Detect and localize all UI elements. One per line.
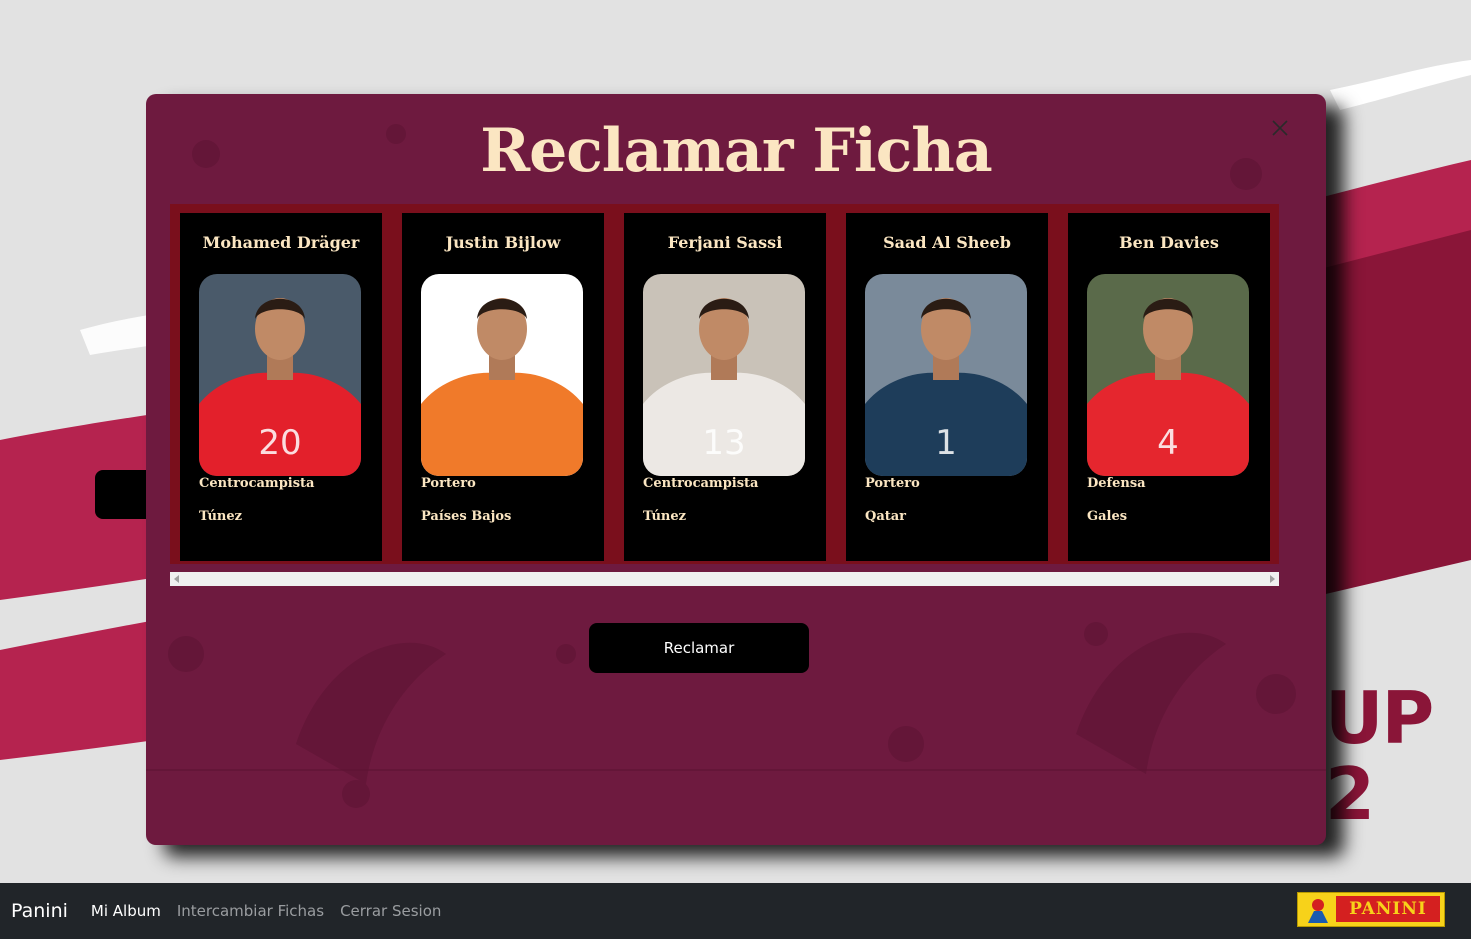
navbar: Panini Mi Album Intercambiar Fichas Cerr… xyxy=(0,883,1471,939)
svg-text:13: 13 xyxy=(702,423,745,463)
player-card[interactable]: Mohamed Dräger 20 Centrocampista Túnez xyxy=(180,213,382,561)
panini-logo: PANINI xyxy=(1297,892,1445,927)
player-card[interactable]: Justin Bijlow Portero Países Bajos xyxy=(402,213,604,561)
player-position: Defensa xyxy=(1087,476,1146,491)
nav-link-intercambiar-fichas[interactable]: Intercambiar Fichas xyxy=(177,902,324,920)
panini-knight-icon xyxy=(1308,899,1328,923)
scroll-right-icon[interactable] xyxy=(1270,575,1275,583)
claim-card-modal: Reclamar Ficha Mohamed Dräger 20 Centrocam… xyxy=(146,94,1326,845)
background-text-line1: UP xyxy=(1325,676,1434,760)
player-name: Ben Davies xyxy=(1119,233,1219,252)
player-position: Centrocampista xyxy=(199,476,315,491)
player-photo: 4 xyxy=(1087,274,1249,476)
player-position: Centrocampista xyxy=(643,476,759,491)
modal-title: Reclamar Ficha xyxy=(480,116,993,186)
background-partial-text: UP 2 xyxy=(1325,680,1445,832)
claim-button[interactable]: Reclamar xyxy=(589,623,809,673)
player-photo: 20 xyxy=(199,274,361,476)
player-photo: 13 xyxy=(643,274,805,476)
player-name: Ferjani Sassi xyxy=(667,233,783,252)
player-country: Gales xyxy=(1087,509,1128,524)
player-card[interactable]: Saad Al Sheeb 1 Portero Qatar xyxy=(846,213,1048,561)
nav-links: Mi Album Intercambiar Fichas Cerrar Sesi… xyxy=(91,902,442,920)
player-country: Países Bajos xyxy=(421,509,512,524)
player-position: Portero xyxy=(865,476,920,491)
scroll-left-icon[interactable] xyxy=(174,575,179,583)
background-text-line2: 2 xyxy=(1325,752,1375,836)
player-name: Justin Bijlow xyxy=(445,233,561,252)
player-country: Qatar xyxy=(865,509,907,524)
nav-link-mi-album[interactable]: Mi Album xyxy=(91,902,161,920)
cards-container: Mohamed Dräger 20 Centrocampista Túnez Justi… xyxy=(170,204,1279,564)
horizontal-scrollbar[interactable] xyxy=(170,572,1279,586)
player-position: Portero xyxy=(421,476,476,491)
nav-link-cerrar-sesion[interactable]: Cerrar Sesion xyxy=(340,902,441,920)
player-card[interactable]: Ferjani Sassi 13 Centrocampista Túnez xyxy=(624,213,826,561)
cards-row: Mohamed Dräger 20 Centrocampista Túnez Justi… xyxy=(180,213,1270,561)
player-country: Túnez xyxy=(199,509,243,524)
panini-logo-text: PANINI xyxy=(1336,896,1440,922)
svg-text:20: 20 xyxy=(258,423,301,463)
svg-text:1: 1 xyxy=(935,423,957,463)
player-card[interactable]: Ben Davies 4 Defensa Gales xyxy=(1068,213,1270,561)
player-photo xyxy=(421,274,583,476)
player-photo: 1 xyxy=(865,274,1027,476)
svg-text:4: 4 xyxy=(1157,423,1179,463)
player-country: Túnez xyxy=(643,509,687,524)
navbar-brand[interactable]: Panini xyxy=(11,900,68,922)
player-name: Saad Al Sheeb xyxy=(883,233,1011,252)
player-name: Mohamed Dräger xyxy=(202,233,360,252)
